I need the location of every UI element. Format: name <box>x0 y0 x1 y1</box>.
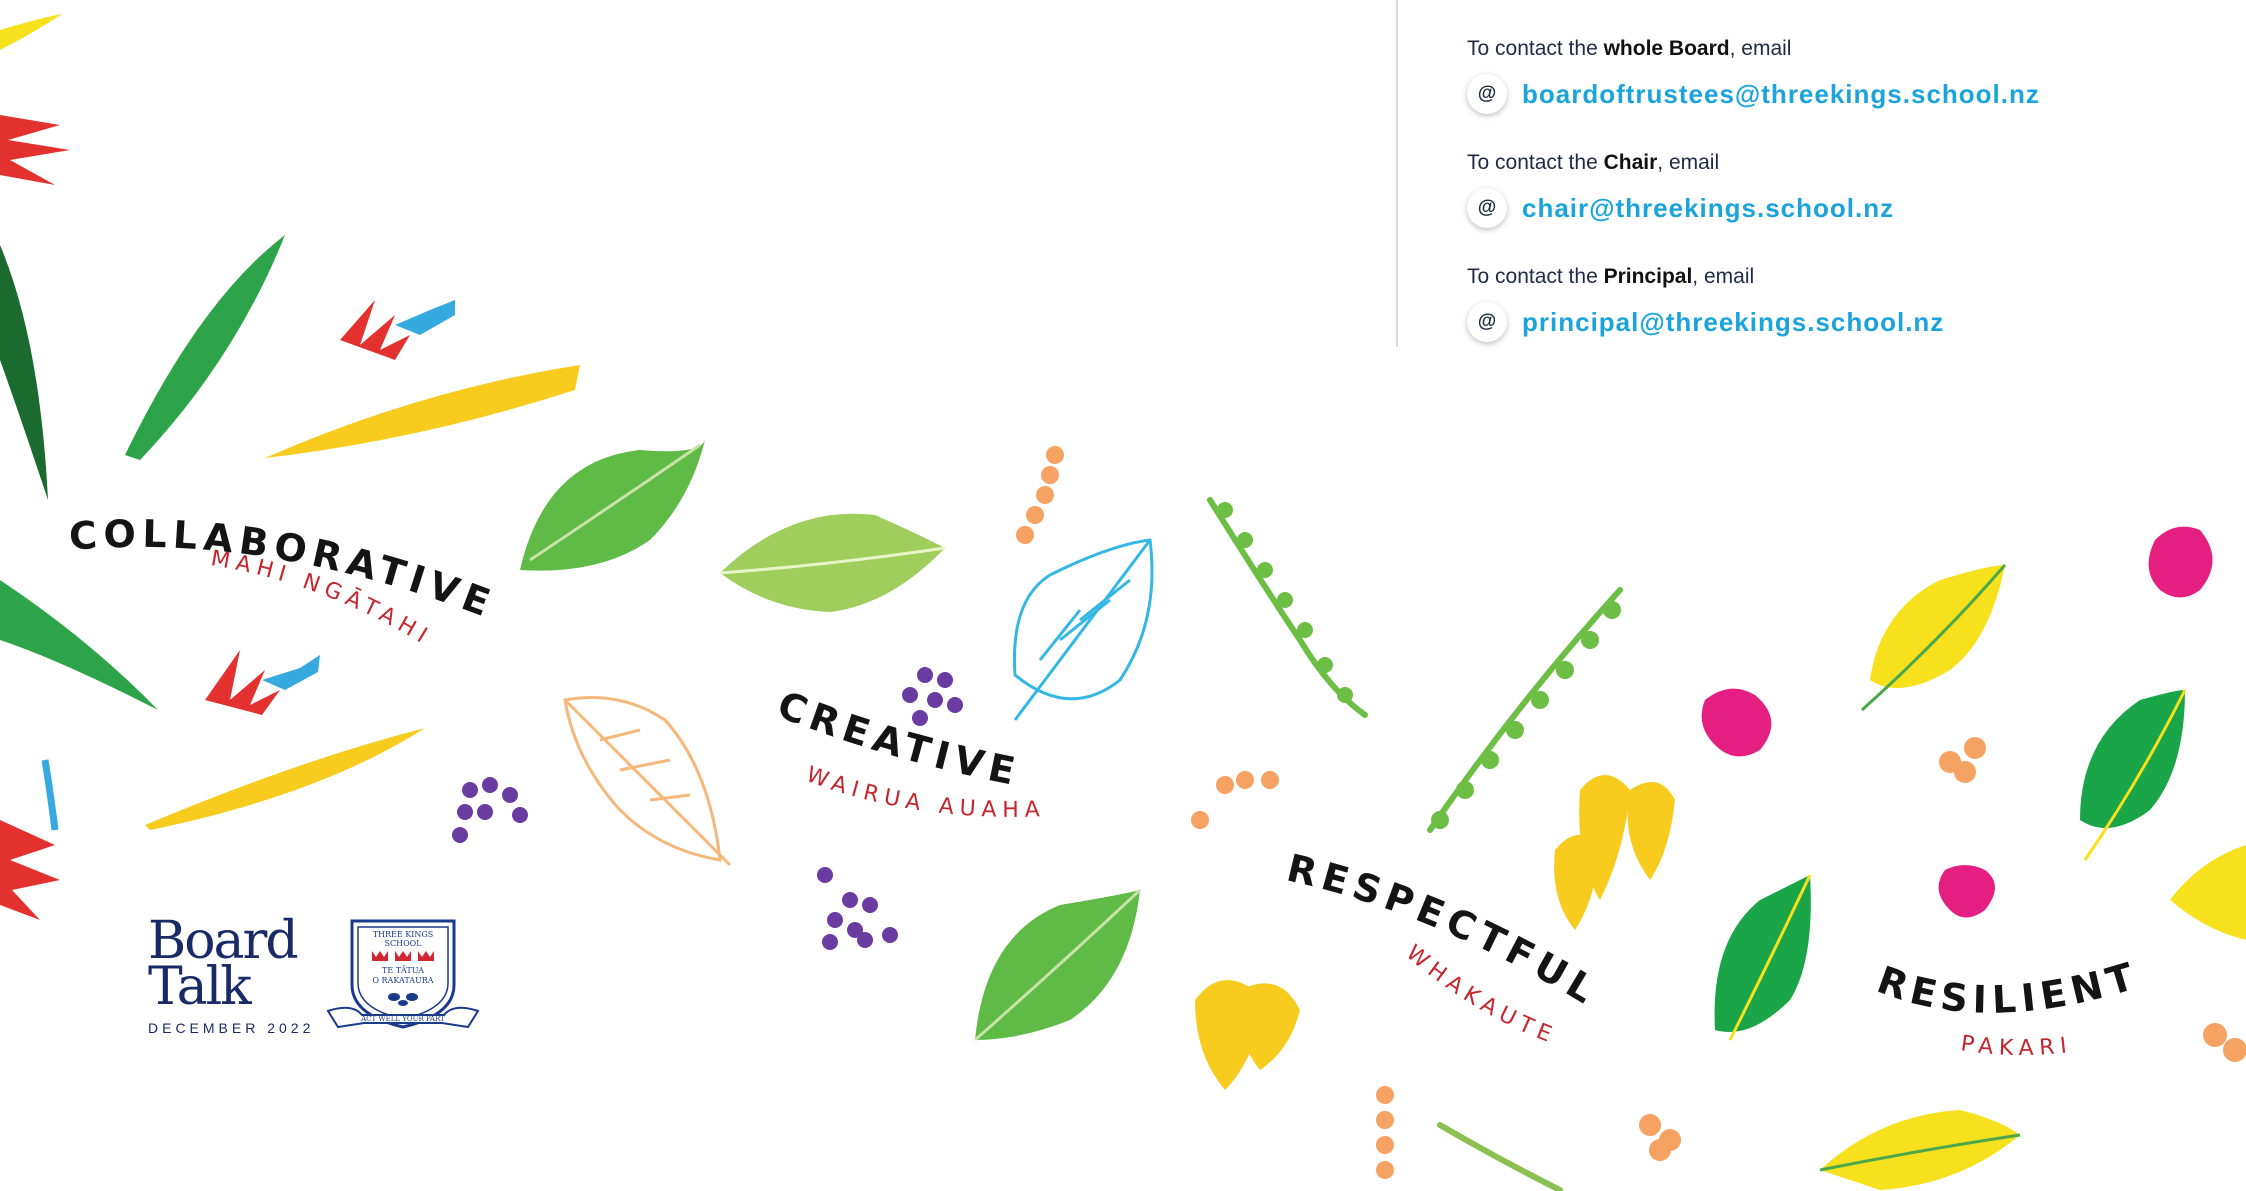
crest-line3: TE TĀTUA <box>382 966 424 975</box>
email-row: @ chair@threekings.school.nz <box>1467 186 2207 230</box>
long-green-leaf <box>125 235 285 460</box>
school-crest-icon: THREE KINGS SCHOOL TE TĀTUA O RAKATAURA … <box>326 919 480 1029</box>
board-talk-logo: Board Talk DECEMBER 2022 <box>148 915 315 1036</box>
crest-line1: THREE KINGS <box>373 930 434 939</box>
email-row: @ boardoftrustees@threekings.school.nz <box>1467 72 2207 116</box>
left-edge-flora <box>0 14 158 920</box>
crest-line2: SCHOOL <box>384 939 422 948</box>
contact-intro: To contact the Chair, email <box>1467 151 1720 174</box>
fern-frond <box>1207 497 1623 1191</box>
chair-email-link[interactable]: chair@threekings.school.nz <box>1522 193 1894 224</box>
contact-block-board: To contact the whole Board, email @ boar… <box>1467 36 2207 150</box>
green-leaf <box>974 888 1142 1042</box>
value-resilient-maori: PAKARI <box>1959 1031 2074 1061</box>
contact-block-chair: To contact the Chair, email @ chair@thre… <box>1467 150 2207 264</box>
at-icon: @ <box>1467 74 1507 114</box>
value-resilient: RESILIENT <box>1872 953 2145 1022</box>
yellow-leaf <box>145 728 425 830</box>
red-flower <box>340 300 455 360</box>
principal-email-link[interactable]: principal@threekings.school.nz <box>1522 307 1944 338</box>
contact-section: To contact the whole Board, email @ boar… <box>1467 36 2207 378</box>
orange-skeleton-leaf <box>563 696 732 867</box>
blue-skeleton-leaf <box>1012 538 1154 721</box>
issue-date: DECEMBER 2022 <box>148 1020 315 1036</box>
green-leaf <box>520 440 705 571</box>
vertical-divider <box>1396 0 1398 347</box>
at-icon: @ <box>1467 188 1507 228</box>
light-green-leaf <box>719 513 946 612</box>
red-flower <box>205 650 320 715</box>
crest-motto: ACT WELL YOUR PART <box>360 1015 445 1023</box>
at-icon: @ <box>1467 302 1507 342</box>
orange-beads <box>1016 446 1394 1179</box>
contact-block-principal: To contact the Principal, email @ princi… <box>1467 264 2207 378</box>
email-row: @ principal@threekings.school.nz <box>1467 300 2207 344</box>
board-email-link[interactable]: boardoftrustees@threekings.school.nz <box>1522 79 2040 110</box>
contact-intro: To contact the whole Board, email <box>1467 37 1792 60</box>
yellow-veined-leaf <box>1819 564 2246 1190</box>
yellow-leaf <box>265 365 580 458</box>
crest-line4: O RAKATAURA <box>372 976 433 985</box>
contact-intro: To contact the Principal, email <box>1467 265 1755 288</box>
